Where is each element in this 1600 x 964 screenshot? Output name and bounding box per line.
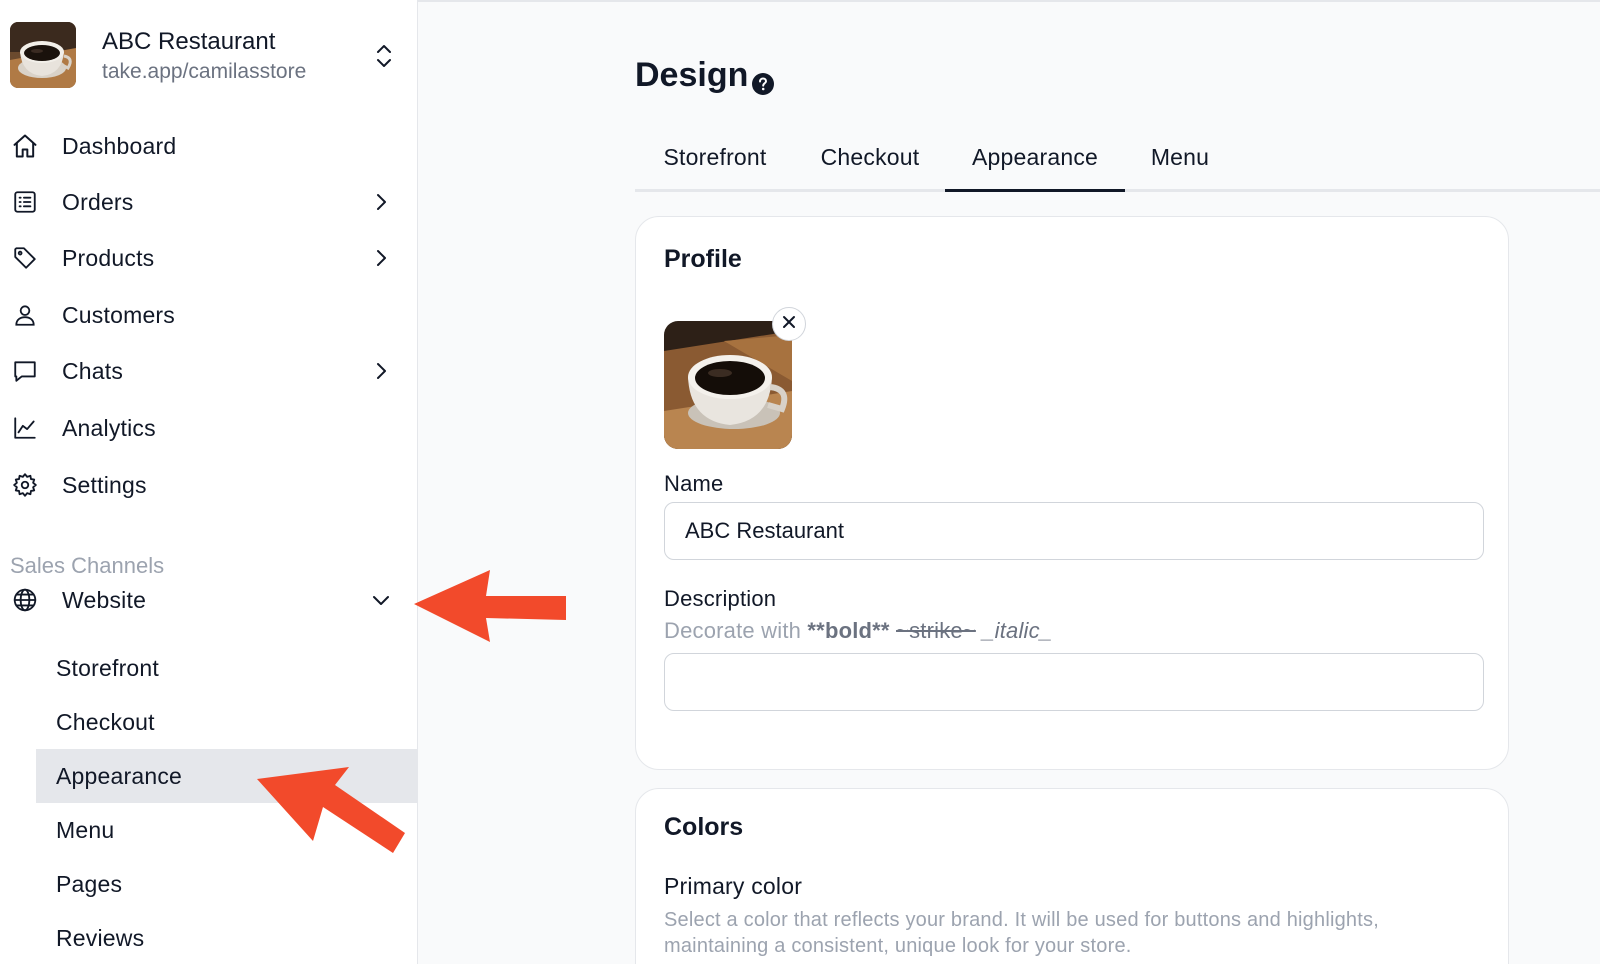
sidebar-item-dashboard[interactable]: Dashboard [0, 120, 418, 172]
help-icon[interactable] [752, 65, 775, 95]
remove-image-button[interactable] [772, 307, 806, 341]
profile-image[interactable] [664, 321, 792, 449]
chevron-right-icon[interactable] [370, 247, 392, 269]
sidebar-subitem-label: Reviews [56, 924, 145, 951]
name-input[interactable] [664, 502, 1484, 560]
sidebar-item-products[interactable]: Products [0, 232, 418, 284]
name-label: Name [664, 471, 724, 496]
chevron-up-down-icon[interactable] [372, 42, 396, 70]
profile-image-wrap [664, 307, 806, 449]
tab-appearance[interactable]: Appearance [945, 140, 1125, 192]
sidebar-item-settings[interactable]: Settings [0, 459, 418, 511]
primary-color-label: Primary color [664, 873, 803, 899]
description-input[interactable] [664, 653, 1484, 711]
chevron-down-icon[interactable] [370, 589, 392, 611]
hint-italic: _italic_ [982, 618, 1053, 643]
sidebar-item-label: Chats [62, 357, 124, 384]
sidebar-item-customers[interactable]: Customers [0, 289, 418, 341]
sidebar-subitem-checkout[interactable]: Checkout [36, 695, 418, 749]
sidebar-item-chats[interactable]: Chats [0, 345, 418, 397]
list-icon [10, 187, 40, 217]
sidebar-item-label: Website [62, 586, 147, 613]
page-title-text: Design [635, 56, 749, 94]
close-icon [782, 315, 796, 334]
tab-menu[interactable]: Menu [1125, 140, 1235, 192]
sidebar-item-label: Orders [62, 188, 134, 215]
sidebar-item-label: Analytics [62, 414, 156, 441]
chat-icon [10, 356, 40, 386]
tab-bar: Storefront Checkout Appearance Menu [635, 140, 1600, 192]
user-icon [10, 300, 40, 330]
sidebar-item-orders[interactable]: Orders [0, 176, 418, 228]
chart-icon [10, 413, 40, 443]
main-content: Design Storefront Checkout Appearance Me… [418, 0, 1600, 964]
store-name: ABC Restaurant [102, 28, 276, 55]
sidebar-subitem-reviews[interactable]: Reviews [36, 911, 418, 964]
store-switcher[interactable]: ABC Restaurant take.app/camilasstore [10, 22, 406, 90]
hint-bold: **bold** [807, 618, 890, 643]
sidebar-subitem-storefront[interactable]: Storefront [36, 641, 418, 695]
globe-icon [10, 585, 40, 615]
sidebar-item-website[interactable]: Website [0, 574, 418, 626]
sidebar-subitem-label: Storefront [56, 654, 159, 681]
primary-color-hint: Select a color that reflects your brand.… [664, 909, 1379, 957]
description-label: Description [664, 586, 777, 611]
chevron-right-icon[interactable] [370, 191, 392, 213]
sidebar-subitem-label: Menu [56, 816, 115, 843]
sidebar-item-label: Customers [62, 301, 175, 328]
chevron-right-icon[interactable] [370, 360, 392, 382]
colors-title: Colors [664, 813, 744, 841]
hint-prefix: Decorate with [664, 618, 808, 643]
home-icon [10, 131, 40, 161]
colors-card: Colors Primary color Select a color that… [635, 788, 1509, 964]
annotation-arrow-left [414, 570, 566, 642]
annotation-arrow-diagonal [257, 767, 405, 853]
sidebar-item-analytics[interactable]: Analytics [0, 402, 418, 454]
sidebar-item-label: Products [62, 244, 155, 271]
profile-title: Profile [664, 245, 742, 273]
description-hint: Decorate with **bold** ~strike~ _italic_ [664, 618, 1052, 644]
hint-strike: ~strike~ [896, 618, 976, 643]
store-logo [10, 22, 76, 88]
sidebar-subitem-label: Appearance [56, 762, 183, 789]
tab-storefront[interactable]: Storefront [635, 140, 795, 192]
store-url: take.app/camilasstore [102, 60, 307, 83]
tag-icon [10, 243, 40, 273]
page-title: Design [635, 56, 775, 95]
profile-card: Profile Name ABC Restaurant Description … [635, 216, 1509, 770]
sidebar-subitem-label: Pages [56, 870, 123, 897]
sidebar-item-label: Settings [62, 471, 147, 498]
sidebar-subitem-label: Checkout [56, 708, 155, 735]
gear-icon [10, 470, 40, 500]
sidebar-item-label: Dashboard [62, 132, 177, 159]
tab-checkout[interactable]: Checkout [795, 140, 945, 192]
